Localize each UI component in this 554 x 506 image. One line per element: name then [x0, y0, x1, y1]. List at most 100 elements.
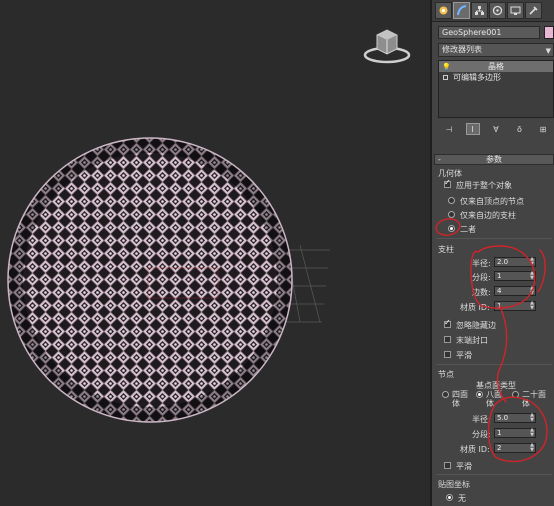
- create-tab[interactable]: [435, 2, 452, 19]
- modify-tab[interactable]: [453, 2, 470, 19]
- spinner-arrows-icon[interactable]: ▲ ▼: [530, 443, 534, 453]
- spinner-arrows-icon[interactable]: ▲ ▼: [530, 413, 534, 423]
- end-caps-label: 末端封口: [456, 336, 488, 345]
- mapping-group-label: 贴图坐标: [438, 480, 470, 489]
- struts-group-label: 支柱: [438, 245, 454, 254]
- radio-both-label: 二者: [460, 225, 476, 234]
- show-end-result-button[interactable]: I: [465, 123, 480, 135]
- stack-item-label: 可编辑多边形: [453, 73, 501, 82]
- radio-edges-label: 仅来自边的支柱: [460, 211, 516, 220]
- spinner-arrows-icon[interactable]: ▲ ▼: [530, 301, 534, 311]
- ignore-hidden-edges-checkbox[interactable]: [444, 318, 451, 328]
- remove-modifier-button[interactable]: ō: [513, 123, 527, 135]
- display-tab[interactable]: [507, 2, 524, 19]
- joint-material-spinner[interactable]: 2 ▲ ▼: [494, 443, 536, 453]
- strut-radius-label: 半径:: [472, 259, 491, 268]
- display-icon: [510, 6, 521, 15]
- modifier-stack: 💡 晶格 可编辑多边形: [438, 60, 554, 118]
- strut-segments-spinner[interactable]: 1 ▲ ▼: [494, 271, 536, 281]
- strut-segments-label: 分段:: [472, 273, 491, 282]
- spinner-arrows-icon[interactable]: ▲ ▼: [530, 271, 534, 281]
- hierarchy-icon: [475, 6, 484, 15]
- joint-radius-spinner[interactable]: 5.0 ▲ ▼: [494, 413, 536, 423]
- radio-mapping-none[interactable]: [446, 494, 453, 501]
- command-panel-tabs: [432, 0, 554, 22]
- divider: [436, 474, 552, 475]
- object-color-swatch[interactable]: [544, 26, 554, 39]
- divider: [436, 364, 552, 365]
- stack-item-lattice[interactable]: 💡 晶格: [439, 61, 553, 72]
- radio-icosahedron[interactable]: [512, 391, 519, 398]
- end-caps-checkbox[interactable]: [444, 336, 451, 343]
- lattice-geosphere: [7, 137, 293, 423]
- end-result-icon: I: [471, 124, 474, 134]
- strut-radius-value: 2.0: [497, 258, 509, 266]
- apply-whole-checkbox[interactable]: [444, 178, 451, 188]
- strut-segments-value: 1: [497, 272, 502, 280]
- strut-material-spinner[interactable]: 1 ▲ ▼: [494, 301, 536, 311]
- strut-material-value: 1: [497, 302, 502, 310]
- spinner-arrows-icon[interactable]: ▲ ▼: [530, 428, 534, 438]
- stack-item-editable-poly[interactable]: 可编辑多边形: [439, 72, 553, 83]
- radio-vertices-only[interactable]: [448, 197, 455, 204]
- hierarchy-tab[interactable]: [471, 2, 488, 19]
- joint-radius-value: 5.0: [497, 414, 509, 422]
- joint-segments-spinner[interactable]: 1 ▲ ▼: [494, 428, 536, 438]
- utilities-tab[interactable]: [525, 2, 542, 19]
- joint-smooth-checkbox[interactable]: [444, 462, 451, 469]
- configure-icon: ⊞: [539, 124, 547, 134]
- modify-icon: [457, 5, 467, 16]
- object-name-field[interactable]: GeoSphere001: [438, 26, 540, 39]
- viewport-scene: [7, 137, 330, 423]
- modifier-list-label: 修改器列表: [442, 45, 482, 54]
- make-unique-button[interactable]: ∀: [489, 123, 503, 135]
- joint-smooth-label: 平滑: [456, 462, 472, 471]
- strut-smooth-checkbox[interactable]: [444, 351, 451, 358]
- radio-tetrahedron-label: 四面体: [452, 390, 468, 408]
- radio-icosahedron-label: 二十面体: [522, 390, 546, 408]
- strut-sides-spinner[interactable]: 4 ▲ ▼: [494, 286, 536, 296]
- parameters-title: 参数: [486, 155, 502, 164]
- modifier-list-dropdown[interactable]: 修改器列表 ▼: [438, 43, 554, 57]
- motion-tab[interactable]: [489, 2, 506, 19]
- strut-sides-label: 边数:: [472, 288, 491, 297]
- stack-toolbar: ⊣ I ∀ ō ⊞: [442, 123, 550, 135]
- radio-both[interactable]: [448, 225, 455, 232]
- spinner-arrows-icon[interactable]: ▲ ▼: [530, 286, 534, 296]
- radio-octahedron[interactable]: [476, 391, 483, 398]
- joint-segments-label: 分段:: [472, 430, 491, 439]
- strut-radius-spinner[interactable]: 2.0 ▲ ▼: [494, 257, 536, 267]
- radio-edges-only[interactable]: [448, 211, 455, 218]
- perspective-viewport[interactable]: [0, 0, 430, 506]
- strut-material-label: 材质 ID:: [460, 303, 490, 312]
- joint-segments-value: 1: [497, 429, 502, 437]
- apply-whole-label: 应用于整个对象: [456, 181, 512, 190]
- joints-group-label: 节点: [438, 370, 454, 379]
- joint-material-value: 2: [497, 444, 502, 452]
- radio-vertices-label: 仅来自顶点的节点: [460, 197, 524, 206]
- expand-box-icon[interactable]: [443, 75, 448, 80]
- spinner-arrows-icon[interactable]: ▲ ▼: [530, 257, 534, 267]
- collapse-icon: -: [438, 155, 441, 164]
- trash-icon: ō: [517, 124, 522, 134]
- radio-mapping-none-label: 无: [458, 494, 466, 503]
- strut-smooth-label: 平滑: [456, 351, 472, 360]
- command-panel: GeoSphere001 修改器列表 ▼ 💡 晶格 可编辑多边形 ⊣ I ∀ ō…: [430, 0, 554, 506]
- chevron-down-icon: ▼: [545, 47, 551, 55]
- ignore-hidden-edges-label: 忽略隐藏边: [456, 321, 496, 330]
- parameters-rollout-header[interactable]: - 参数: [434, 154, 554, 165]
- motion-icon: [492, 5, 503, 16]
- pin-stack-button[interactable]: ⊣: [442, 123, 456, 135]
- radio-tetrahedron[interactable]: [442, 391, 449, 398]
- divider: [436, 238, 552, 239]
- stack-item-label: 晶格: [488, 62, 504, 71]
- unique-icon: ∀: [493, 124, 499, 134]
- utilities-icon: [529, 6, 538, 15]
- view-cube-icon[interactable]: [362, 25, 412, 70]
- radio-octahedron-label: 八面体: [486, 390, 502, 408]
- create-icon: [439, 6, 448, 15]
- configure-sets-button[interactable]: ⊞: [536, 123, 550, 135]
- pin-icon: ⊣: [445, 124, 453, 134]
- joint-material-label: 材质 ID:: [460, 445, 490, 454]
- joint-radius-label: 半径:: [472, 415, 491, 424]
